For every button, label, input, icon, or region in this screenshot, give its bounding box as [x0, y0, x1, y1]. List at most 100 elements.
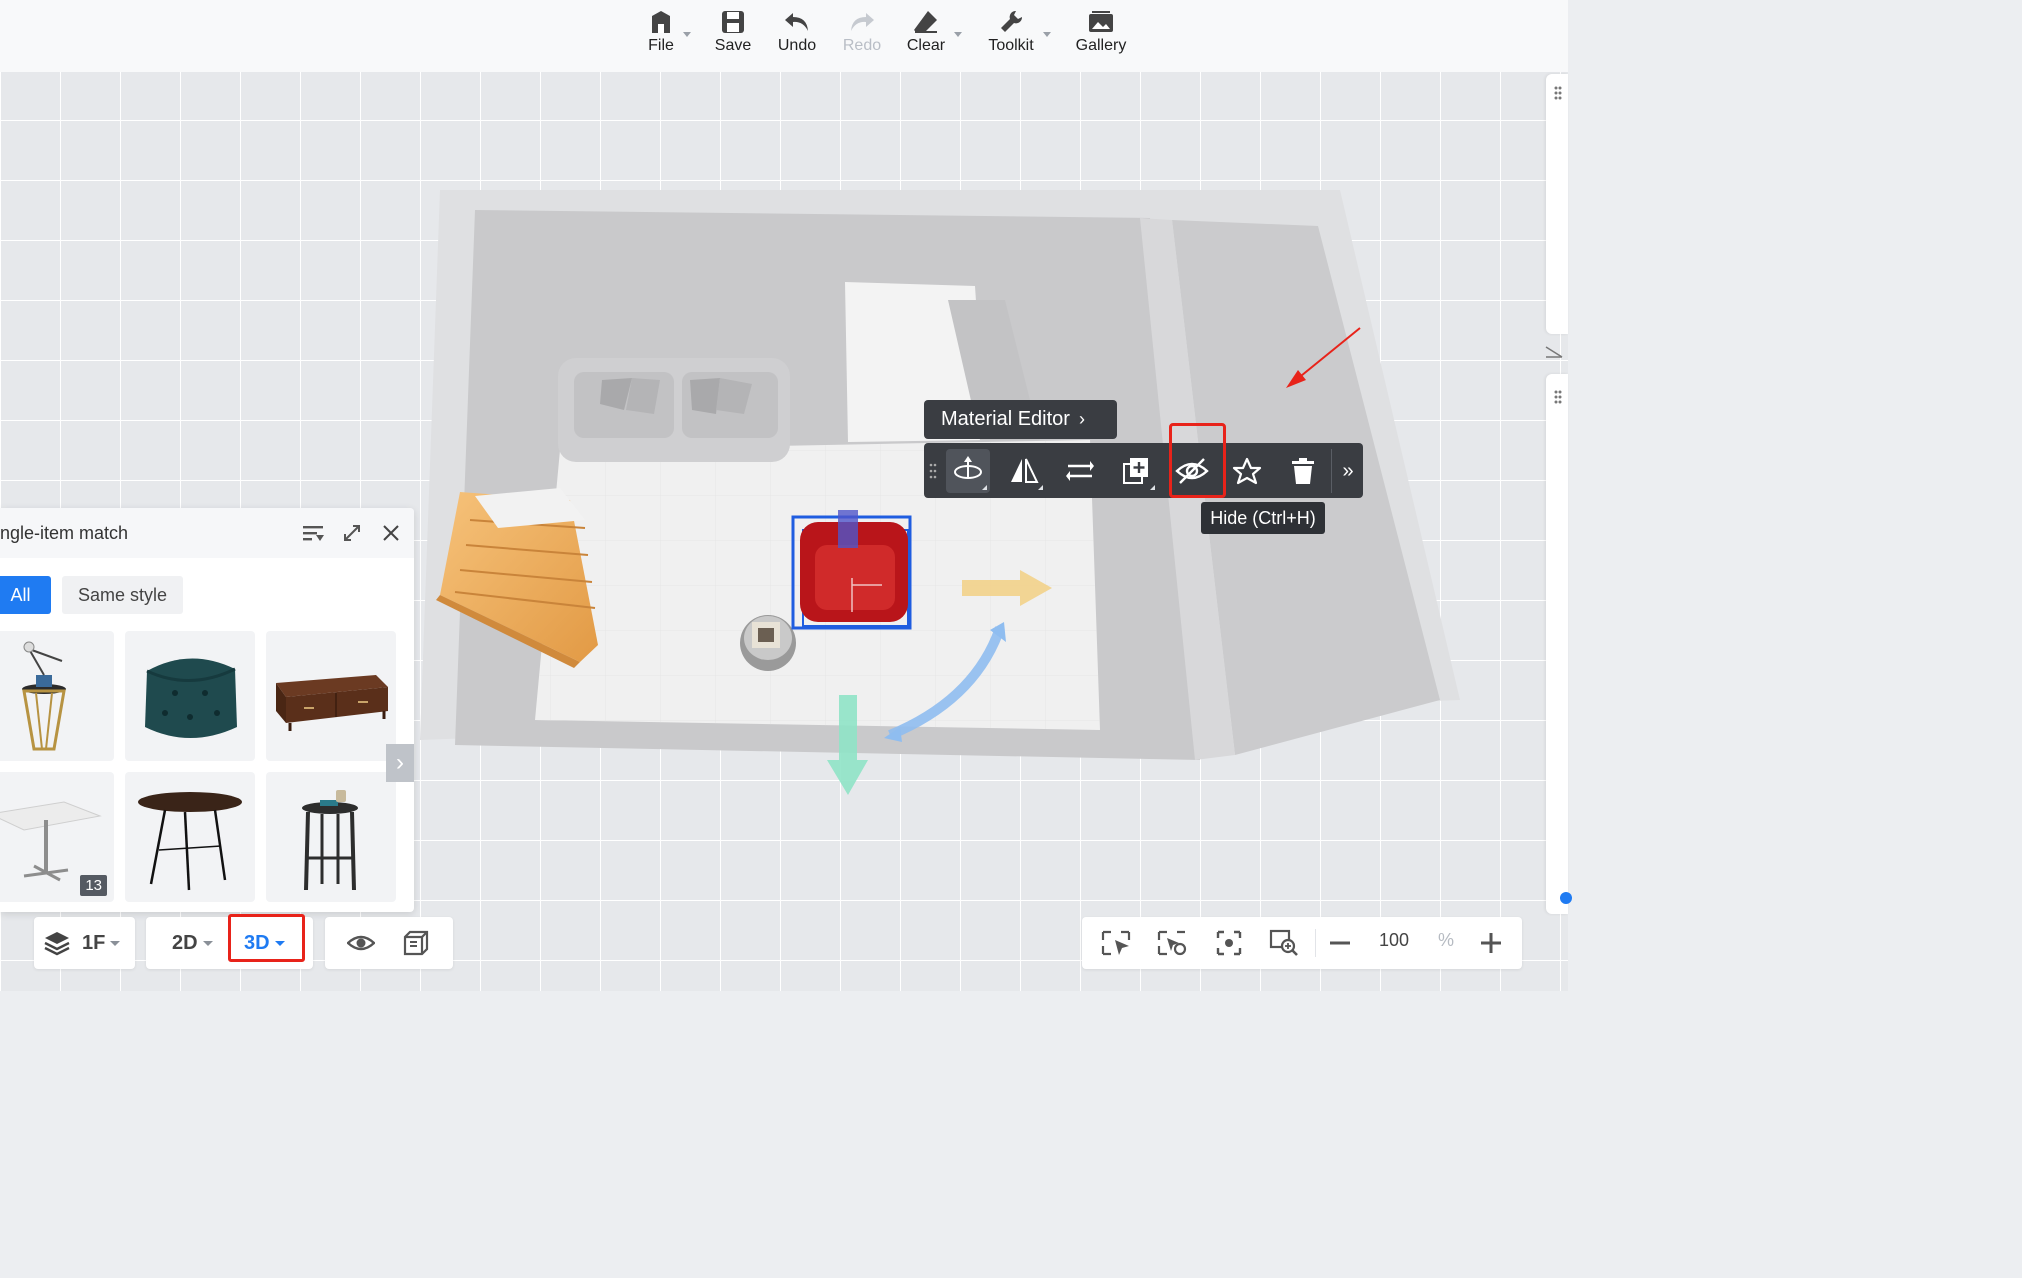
delete-button[interactable] — [1281, 449, 1325, 493]
eye-icon — [347, 935, 375, 951]
top-toolbar: File Save Undo Redo Clear Toolkit Galler… — [0, 0, 1568, 72]
toolkit-caret-icon[interactable] — [1043, 32, 1051, 37]
chevron-right-icon: › — [1078, 409, 1085, 429]
copy-button[interactable] — [1114, 449, 1158, 493]
region-select-icon — [1101, 930, 1131, 956]
filter-icon[interactable] — [301, 521, 325, 545]
redo-icon — [848, 8, 876, 36]
view-3d-label: 3D — [244, 931, 270, 954]
tab-same-style[interactable]: Same style — [62, 576, 183, 614]
collapse-icon[interactable] — [1543, 342, 1565, 362]
file-caret-icon[interactable] — [683, 32, 691, 37]
object-toolbar: » — [924, 443, 1363, 498]
clear-button[interactable]: Clear — [904, 8, 948, 64]
material-editor-button[interactable]: Material Editor › — [924, 400, 1117, 439]
product-thumb-round-stool-table[interactable] — [266, 772, 396, 902]
toolkit-button[interactable]: Toolkit — [984, 8, 1038, 64]
drag-handle-icon[interactable] — [1546, 80, 1568, 110]
zoom-in-button[interactable] — [1476, 928, 1506, 958]
zoom-region-button[interactable] — [1269, 928, 1299, 958]
console-image — [276, 675, 388, 731]
round-table-model[interactable] — [740, 615, 796, 671]
hide-tooltip: Hide (Ctrl+H) — [1201, 502, 1325, 534]
gallery-label: Gallery — [1075, 37, 1127, 54]
save-label: Save — [714, 37, 752, 54]
replace-button[interactable] — [1058, 449, 1102, 493]
sofa-model[interactable] — [558, 358, 790, 462]
display-controls — [325, 917, 453, 969]
next-page-button[interactable]: › — [386, 744, 414, 782]
select-region-button[interactable] — [1101, 928, 1131, 958]
zoom-value-input[interactable]: 100 — [1376, 930, 1412, 951]
material-editor-label: Material Editor — [941, 408, 1070, 430]
floor-selector[interactable]: 1F — [34, 917, 135, 969]
redo-button[interactable]: Redo — [840, 8, 884, 64]
armchair-model-selected[interactable] — [791, 510, 912, 630]
gallery-icon — [1087, 8, 1115, 36]
view-mode-selector: 2D 3D — [146, 917, 313, 969]
wrench-icon — [997, 8, 1025, 36]
view-2d-label: 2D — [172, 931, 198, 954]
more-button[interactable]: » — [1334, 449, 1362, 493]
product-thumb-square-table[interactable]: 13 — [0, 772, 114, 902]
clear-caret-icon[interactable] — [954, 32, 962, 37]
tab-all[interactable]: All — [0, 576, 51, 614]
lamp-table-image — [22, 641, 66, 751]
move-icon — [954, 456, 982, 479]
trash-icon — [1292, 458, 1314, 484]
right-edge-panel-top[interactable] — [1546, 74, 1568, 334]
visibility-button[interactable] — [347, 917, 375, 969]
view-3d-button[interactable]: 3D — [244, 917, 285, 969]
hide-button[interactable] — [1170, 449, 1214, 493]
panel-title: ngle-item match — [0, 523, 129, 543]
product-thumb-ottoman[interactable] — [125, 631, 255, 761]
duplicate-icon — [1123, 458, 1148, 484]
minus-icon — [1330, 941, 1350, 945]
cube-view-button[interactable] — [403, 917, 429, 969]
layers-icon — [44, 932, 70, 956]
view-2d-caret-icon — [202, 940, 213, 946]
star-icon — [1232, 457, 1262, 485]
single-item-match-panel: ngle-item match All Same style 13 › — [0, 508, 414, 912]
view-3d-caret-icon — [274, 940, 285, 946]
eye-off-icon — [1175, 458, 1209, 484]
product-thumb-side-table-lamp[interactable] — [0, 631, 114, 761]
close-icon[interactable] — [379, 521, 403, 545]
mirror-button[interactable] — [1002, 449, 1046, 493]
drag-handle-icon[interactable] — [1546, 384, 1568, 414]
mirror-icon — [1011, 458, 1039, 483]
gallery-button[interactable]: Gallery — [1072, 8, 1130, 64]
undo-icon — [783, 8, 811, 36]
save-icon — [719, 8, 747, 36]
right-edge-panel-bottom[interactable] — [1546, 374, 1572, 914]
toolbar-divider — [1331, 449, 1332, 493]
oval-table-image — [138, 792, 242, 891]
redo-label: Redo — [842, 37, 882, 54]
drag-handle-icon[interactable] — [928, 461, 938, 481]
floor-label: 1F — [82, 931, 106, 954]
eraser-icon — [912, 8, 940, 36]
focus-icon — [1216, 930, 1242, 956]
item-count-badge: 13 — [80, 875, 107, 896]
zoom-out-button[interactable] — [1325, 928, 1355, 958]
zoom-unit: % — [1438, 930, 1455, 950]
zoom-divider — [1315, 929, 1316, 957]
undo-button[interactable]: Undo — [774, 8, 820, 64]
focus-button[interactable] — [1214, 928, 1244, 958]
save-button[interactable]: Save — [712, 8, 754, 64]
view-2d-button[interactable]: 2D — [172, 917, 213, 969]
file-button[interactable]: File — [643, 8, 679, 64]
view-settings-button[interactable] — [1157, 928, 1187, 958]
expand-icon[interactable] — [340, 521, 364, 545]
plus-icon — [1481, 933, 1501, 953]
clear-label: Clear — [906, 37, 946, 54]
double-chevron-right-icon: » — [1342, 459, 1354, 482]
zoom-region-icon — [1269, 929, 1298, 956]
stool-table-image — [302, 790, 358, 891]
product-thumb-tv-console[interactable] — [266, 631, 396, 761]
move-rotate-button[interactable] — [946, 449, 990, 493]
product-thumb-oval-table[interactable] — [125, 772, 255, 902]
ottoman-image — [145, 658, 237, 738]
floor-caret-icon — [110, 940, 121, 946]
favorite-button[interactable] — [1225, 449, 1269, 493]
